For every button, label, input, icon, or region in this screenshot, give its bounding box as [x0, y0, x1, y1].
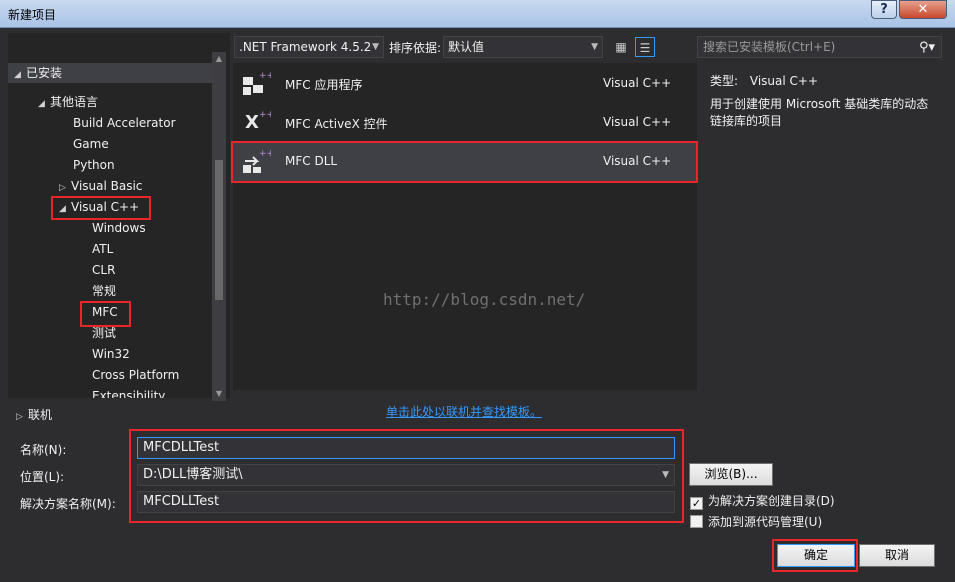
tree-item-visual-basic[interactable]: ▷ Visual Basic: [59, 176, 142, 196]
cancel-button[interactable]: 取消: [859, 544, 935, 567]
add-to-source-control-checkbox[interactable]: 添加到源代码管理(U): [690, 514, 822, 532]
search-input[interactable]: 搜索已安装模板(Ctrl+E) ⚲▾: [697, 36, 942, 58]
tree-item-atl[interactable]: ATL: [92, 239, 113, 259]
tree-item-python[interactable]: Python: [73, 155, 115, 175]
chevron-down-icon: ▼: [591, 42, 598, 52]
list-view-icon[interactable]: ☰: [635, 37, 655, 57]
framework-value: .NET Framework 4.5.2: [239, 40, 372, 54]
scroll-thumb[interactable]: [215, 160, 223, 300]
template-tree: ◢ 已安装 ◢ 其他语言 Build Accelerator Game Python…: [8, 33, 230, 398]
checkbox-unchecked-icon: [690, 515, 703, 528]
details-panel: 类型: Visual C++ 用于创建使用 Microsoft 基础类库的动态链…: [700, 63, 946, 403]
sort-label: 排序依据:: [389, 41, 442, 55]
framework-select[interactable]: .NET Framework 4.5.2 ▼: [234, 36, 384, 58]
tree-scrollbar[interactable]: ▲ ▼: [212, 52, 226, 401]
type-label: 类型:: [710, 74, 739, 88]
template-item[interactable]: X ++ MFC ActiveX 控件 Visual C++: [233, 104, 697, 142]
small-icons-view-icon[interactable]: ▦: [611, 37, 631, 57]
svg-text:++: ++: [259, 149, 271, 159]
template-name: MFC 应用程序: [285, 78, 363, 92]
location-label: 位置(L):: [20, 470, 65, 484]
svg-text:X: X: [245, 112, 259, 133]
template-list: ++ MFC 应用程序 Visual C++ X ++ MFC ActiveX …: [233, 63, 697, 390]
sort-select[interactable]: 默认值 ▼: [443, 36, 603, 58]
collapse-icon: ◢: [59, 204, 66, 214]
expand-icon: ▷: [16, 412, 23, 422]
close-button[interactable]: ✕: [899, 0, 947, 19]
tree-item-win32[interactable]: Win32: [92, 344, 130, 364]
tree-item-general[interactable]: 常规: [92, 281, 116, 301]
create-directory-checkbox[interactable]: ✓ 为解决方案创建目录(D): [690, 493, 835, 511]
checkbox-label: 添加到源代码管理(U): [708, 515, 823, 529]
tree-label: 联机: [28, 408, 53, 422]
svg-text:++: ++: [259, 71, 271, 81]
tree-item-test[interactable]: 测试: [92, 323, 116, 343]
tree-label: 其他语言: [50, 95, 99, 109]
browse-button[interactable]: 浏览(B)...: [689, 463, 773, 486]
tree-item-build-accelerator[interactable]: Build Accelerator: [73, 113, 176, 133]
name-label: 名称(N):: [20, 443, 67, 457]
tree-label: Visual Basic: [71, 179, 143, 193]
solution-label: 解决方案名称(M):: [20, 497, 116, 511]
checkbox-checked-icon: ✓: [690, 497, 703, 510]
search-placeholder: 搜索已安装模板(Ctrl+E): [703, 40, 836, 54]
watermark-text: http://blog.csdn.net/: [383, 290, 586, 309]
tree-item-clr[interactable]: CLR: [92, 260, 115, 280]
template-item-selected[interactable]: ++ MFC DLL Visual C++: [233, 143, 697, 181]
template-item[interactable]: ++ MFC 应用程序 Visual C++: [233, 65, 697, 103]
template-name: MFC DLL: [285, 154, 338, 168]
template-name: MFC ActiveX 控件: [285, 117, 388, 131]
tree-item-game[interactable]: Game: [73, 134, 109, 154]
title-bar: 新建项目 ? ✕: [0, 0, 955, 28]
name-input[interactable]: MFCDLLTest: [137, 437, 675, 459]
chevron-down-icon: ▼: [372, 42, 379, 52]
window-title: 新建项目: [8, 8, 57, 22]
location-select[interactable]: D:\DLL博客测试\ ▼: [137, 464, 675, 486]
tree-item-cross-platform[interactable]: Cross Platform: [92, 365, 179, 385]
tree-item-windows[interactable]: Windows: [92, 218, 146, 238]
mfc-app-icon: ++: [243, 71, 271, 95]
ok-button[interactable]: 确定: [777, 544, 855, 567]
help-button[interactable]: ?: [871, 0, 897, 19]
tree-item-online[interactable]: ▷ 联机: [16, 405, 52, 425]
online-templates-link[interactable]: 单击此处以联机并查找模板。: [386, 403, 542, 420]
type-row: 类型: Visual C++: [710, 72, 818, 89]
tree-item-installed[interactable]: ◢ 已安装: [8, 63, 214, 83]
tree-label: Visual C++: [71, 200, 140, 214]
checkbox-label: 为解决方案创建目录(D): [708, 494, 835, 508]
collapse-icon: ◢: [14, 70, 21, 80]
collapse-icon: ◢: [38, 99, 45, 109]
solution-name-input[interactable]: MFCDLLTest: [137, 491, 675, 513]
tree-item-visual-cpp[interactable]: ◢ Visual C++: [59, 197, 139, 217]
template-language: Visual C++: [603, 76, 672, 90]
tree-item-extensibility[interactable]: Extensibility: [92, 386, 165, 398]
expand-icon: ▷: [59, 183, 66, 193]
tree-item-other-languages[interactable]: ◢ 其他语言: [38, 92, 98, 112]
template-language: Visual C++: [603, 154, 672, 168]
location-value: D:\DLL博客测试\: [143, 467, 243, 482]
tree-item-mfc[interactable]: MFC: [92, 302, 118, 322]
svg-text:++: ++: [259, 110, 271, 120]
scroll-up-icon[interactable]: ▲: [212, 52, 226, 66]
scroll-down-icon[interactable]: ▼: [212, 387, 226, 401]
type-value: Visual C++: [749, 74, 819, 88]
mfc-activex-icon: X ++: [245, 110, 271, 133]
search-icon[interactable]: ⚲▾: [919, 38, 935, 58]
sort-value: 默认值: [448, 40, 485, 54]
mfc-dll-icon: ++: [243, 149, 271, 173]
chevron-down-icon: ▼: [662, 470, 669, 480]
template-description: 用于创建使用 Microsoft 基础类库的动态链接库的项目: [710, 97, 929, 128]
template-language: Visual C++: [603, 115, 672, 129]
tree-label: 已安装: [26, 66, 63, 80]
